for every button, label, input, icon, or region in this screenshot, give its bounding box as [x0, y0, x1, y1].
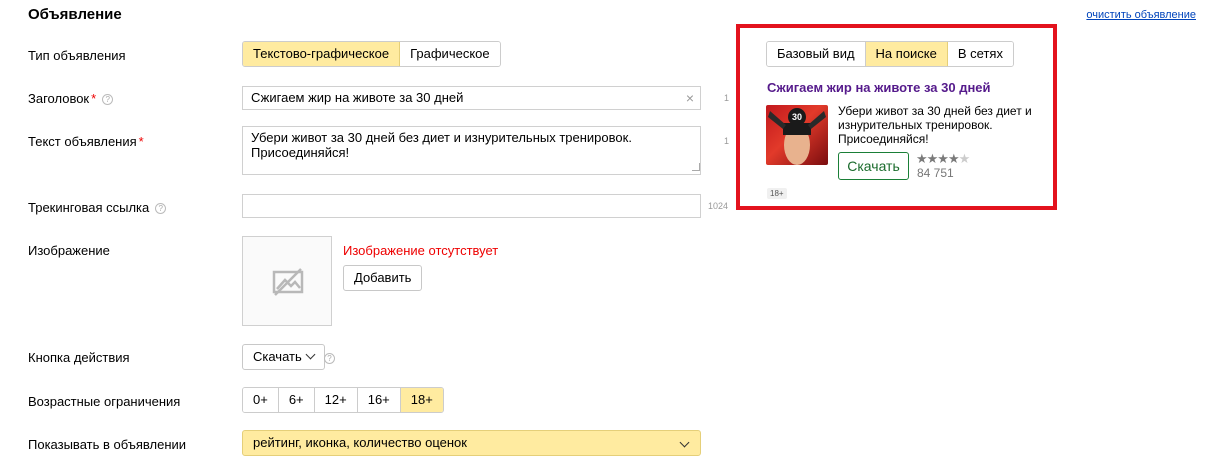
tab-basic-view[interactable]: Базовый вид: [767, 42, 866, 66]
add-image-button[interactable]: Добавить: [343, 265, 423, 291]
chevron-down-icon: [679, 437, 690, 448]
label-text: Текст объявления *: [28, 134, 144, 149]
label-text-text: Текст объявления: [28, 134, 137, 149]
ad-text-textarea[interactable]: Убери живот за 30 дней без диет и изнури…: [242, 126, 701, 175]
star-icon-empty: ★: [958, 151, 971, 166]
age-badge: 18+: [767, 188, 787, 199]
resize-handle[interactable]: [692, 163, 700, 171]
age-option[interactable]: 12+: [314, 388, 358, 412]
help-icon[interactable]: ?: [102, 94, 114, 105]
star-icon-full: ★★★★: [916, 151, 960, 166]
preview-app-icon: 30: [766, 105, 828, 165]
fitness-person-icon: 30: [768, 108, 826, 165]
age-option-selected[interactable]: 18+: [400, 388, 443, 412]
age-switch: 0+ 6+ 12+ 16+ 18+: [242, 387, 444, 413]
age-option[interactable]: 16+: [357, 388, 401, 412]
ad-type-graphic[interactable]: Графическое: [400, 42, 500, 66]
age-option[interactable]: 6+: [278, 388, 315, 412]
image-placeholder[interactable]: [242, 236, 332, 326]
rating-count: 84 751: [917, 166, 954, 180]
label-headline-text: Заголовок: [28, 91, 90, 106]
ad-type-switch: Текстово-графическое Графическое: [242, 41, 501, 67]
label-headline: Заголовок *?: [28, 91, 114, 106]
clear-ad-link[interactable]: очистить объявление: [1086, 9, 1196, 21]
preview-icon-number: 30: [792, 112, 802, 122]
preview-download-button[interactable]: Скачать: [838, 152, 909, 180]
preview-tabs: Базовый вид На поиске В сетях: [766, 41, 1014, 67]
chevron-down-icon: [305, 349, 316, 360]
label-tracking: Трекинговая ссылка?: [28, 200, 167, 215]
image-missing-text: Изображение отсутствует: [343, 243, 499, 258]
preview-title[interactable]: Сжигаем жир на животе за 30 дней: [767, 80, 991, 95]
label-tracking-text: Трекинговая ссылка: [28, 200, 150, 215]
age-option[interactable]: 0+: [243, 388, 279, 412]
action-button-select[interactable]: Скачать: [242, 344, 325, 370]
required-mark: *: [91, 91, 97, 106]
label-age: Возрастные ограничения: [28, 394, 181, 409]
tracking-input[interactable]: [242, 194, 701, 218]
label-image: Изображение: [28, 243, 110, 258]
headline-counter: 1: [724, 93, 730, 103]
label-show-in-ad: Показывать в объявлении: [28, 437, 187, 452]
preview-text: Убери живот за 30 дней без диет и изнури…: [838, 104, 1032, 146]
help-icon[interactable]: ?: [155, 203, 167, 214]
show-in-ad-select[interactable]: рейтинг, иконка, количество оценок: [242, 430, 701, 456]
no-image-icon: [272, 268, 304, 296]
label-ad-type: Тип объявления: [28, 48, 126, 63]
required-mark: *: [138, 134, 144, 149]
tracking-counter: 1024: [708, 201, 729, 211]
tab-in-networks[interactable]: В сетях: [947, 42, 1013, 66]
text-counter: 1: [724, 136, 730, 146]
action-button-value: Скачать: [253, 349, 302, 364]
help-icon-wrap: ?: [324, 350, 335, 365]
ad-type-text-graphic[interactable]: Текстово-графическое: [243, 42, 401, 66]
rating-stars: ★★★★★: [916, 151, 971, 167]
help-icon[interactable]: ?: [324, 353, 335, 364]
show-in-ad-value: рейтинг, иконка, количество оценок: [253, 435, 467, 450]
page-title: Объявление: [28, 6, 122, 23]
tab-on-search[interactable]: На поиске: [865, 42, 948, 66]
clear-icon[interactable]: ×: [686, 90, 694, 106]
headline-value: Сжигаем жир на животе за 30 дней: [251, 90, 464, 105]
headline-input[interactable]: Сжигаем жир на животе за 30 дней ×: [242, 86, 701, 110]
label-action-button: Кнопка действия: [28, 350, 130, 365]
